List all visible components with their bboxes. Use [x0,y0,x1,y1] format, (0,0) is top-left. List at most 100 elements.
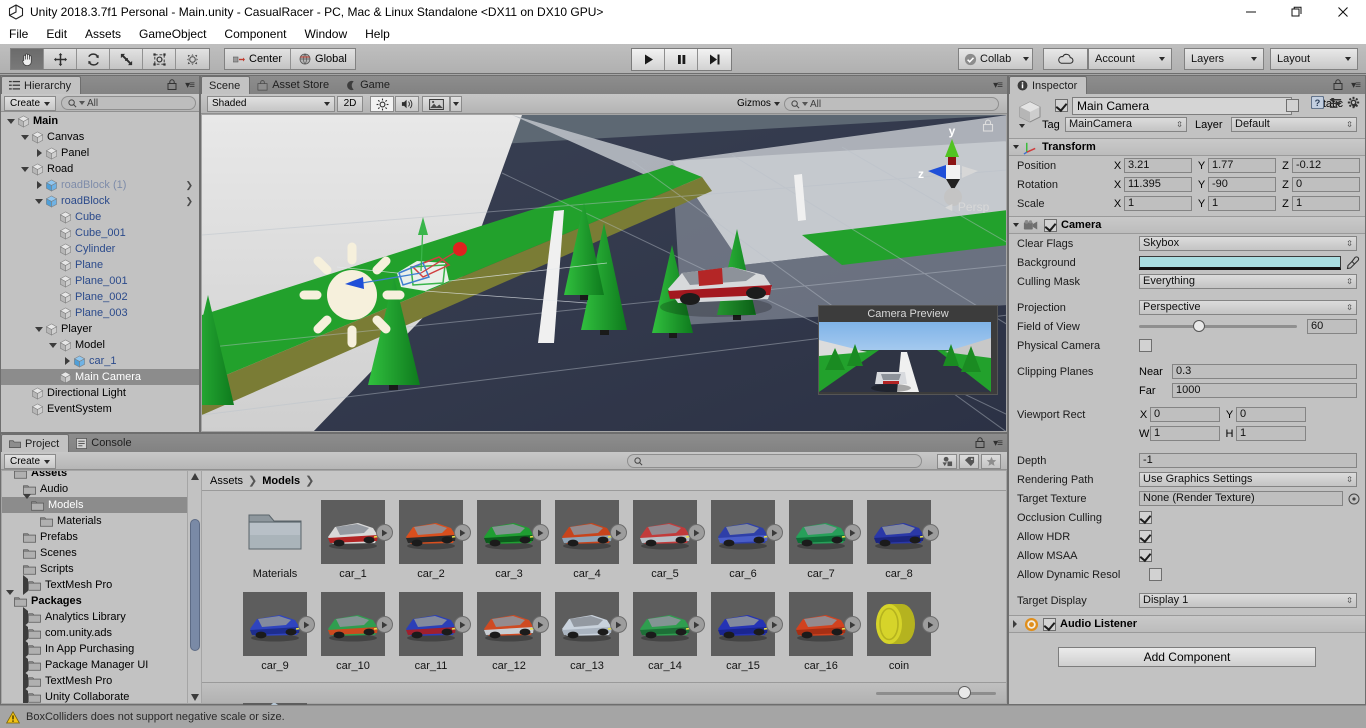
asset-expand-badge-icon[interactable] [454,524,471,541]
target-display-dropdown[interactable]: Display 1 ⇳ [1139,593,1357,608]
near-input[interactable]: 0.3 [1172,364,1357,379]
asset-cell[interactable]: car_3 [470,500,549,592]
transform-tool-button[interactable] [176,49,209,69]
audio-listener-enabled-checkbox[interactable] [1043,617,1056,631]
step-button[interactable] [698,49,731,70]
asset-grid[interactable]: Materials car_1 car_2 car_3 car_4 car_5 car_6 c… [202,492,1006,728]
twisty-expanded[interactable] [19,166,31,172]
asset-cell[interactable]: car_14 [626,592,705,684]
asset-expand-badge-icon[interactable] [376,524,393,541]
project-tree-item-materials[interactable]: Materials [2,513,187,529]
tab-game[interactable]: Game [338,76,399,94]
asset-expand-badge-icon[interactable] [532,524,549,541]
asset-cell[interactable]: car_8 [860,500,939,592]
twisty-expanded[interactable] [33,198,45,204]
asset-thumbnail[interactable] [243,592,315,656]
project-tree-scrollbar[interactable] [187,471,201,703]
asset-expand-badge-icon[interactable] [688,616,705,633]
hierarchy-tree[interactable]: Main Canvas Panel Road roadBlock (1) ❯ roadBlo… [1,113,199,432]
transform-component-header[interactable]: Transform ? [1009,96,1365,156]
help-icon[interactable]: ? [1311,96,1324,109]
twisty-collapsed[interactable] [33,181,45,189]
asset-thumbnail[interactable] [633,500,705,564]
hierarchy-item-road[interactable]: Road [1,161,199,177]
tab-hierarchy[interactable]: Hierarchy [1,76,82,94]
asset-thumbnail[interactable] [711,592,783,656]
chevron-down-icon[interactable] [1013,223,1019,227]
asset-cell[interactable]: car_16 [782,592,861,684]
asset-expand-badge-icon[interactable] [922,524,939,541]
hierarchy-item-plane-001[interactable]: Plane_001 [1,273,199,289]
twisty-collapsed[interactable] [61,357,73,365]
move-tool-button[interactable] [44,49,77,69]
scene-audio-toggle[interactable] [395,96,419,112]
transform-position-y-input[interactable]: 1.77 [1208,158,1276,173]
hierarchy-item-roadblock-1[interactable]: roadBlock (1) ❯ [1,177,199,193]
tag-dropdown[interactable]: MainCamera ⇳ [1065,117,1187,132]
project-tree-item-package-manager-ui[interactable]: Package Manager UI [2,655,187,675]
preset-icon[interactable] [1329,96,1342,109]
menu-window[interactable]: Window [295,24,356,44]
asset-cell[interactable]: car_1 [314,500,393,592]
depth-input[interactable]: -1 [1139,453,1357,468]
asset-expand-badge-icon[interactable] [610,524,627,541]
asset-cell[interactable]: car_9 [236,592,315,684]
play-button[interactable] [632,49,665,70]
transform-rotation-y-input[interactable]: -90 [1208,177,1276,192]
hierarchy-item-plane-002[interactable]: Plane_002 [1,289,199,305]
project-tree-item-scripts[interactable]: Scripts [2,561,187,577]
asset-cell[interactable]: Materials [236,500,314,592]
viewport-w-input[interactable]: 1 [1150,426,1220,441]
scene-effects-toggle[interactable] [422,96,450,112]
tab-asset-store[interactable]: Asset Store [250,76,338,94]
asset-expand-badge-icon[interactable] [766,616,783,633]
twisty-expanded[interactable] [47,342,59,348]
asset-cell[interactable]: car_4 [548,500,627,592]
scroll-up-arrow-icon[interactable] [190,472,200,481]
scroll-down-arrow-icon[interactable] [190,693,200,702]
scene-gizmo-lock-icon[interactable] [982,119,994,132]
hierarchy-item-plane-003[interactable]: Plane_003 [1,305,199,321]
transform-rotation-z-input[interactable]: 0 [1292,177,1360,192]
asset-thumbnail[interactable] [633,592,705,656]
lock-icon[interactable] [975,437,985,448]
gear-icon[interactable] [1347,96,1360,109]
eyedropper-icon[interactable] [1346,255,1360,270]
hierarchy-item-canvas[interactable]: Canvas [1,129,199,145]
inspector-options-menu[interactable]: ▾≡ [1351,80,1361,91]
hierarchy-item-model[interactable]: Model [1,337,199,353]
thumbnail-zoom-slider[interactable] [876,686,996,699]
project-tree-item-models[interactable]: Models [2,494,187,513]
asset-cell[interactable]: car_12 [470,592,549,684]
hierarchy-item-cube-001[interactable]: Cube_001 [1,225,199,241]
project-tree-item-prefabs[interactable]: Prefabs [2,529,187,545]
account-button[interactable]: Account [1088,48,1172,70]
asset-thumbnail[interactable] [477,592,549,656]
favorite-filter-button[interactable] [981,454,1001,469]
menu-gameobject[interactable]: GameObject [130,24,215,44]
object-enabled-checkbox[interactable] [1055,99,1068,112]
transform-scale-x-input[interactable]: 1 [1124,196,1192,211]
object-picker-icon[interactable] [1348,493,1360,505]
transform-scale-y-input[interactable]: 1 [1208,196,1276,211]
project-tree-item-textmesh-pro[interactable]: TextMesh Pro [2,671,187,691]
background-color-swatch[interactable] [1139,255,1341,270]
asset-cell[interactable]: coin [860,592,939,684]
tab-project[interactable]: Project [1,434,70,452]
cloud-button[interactable] [1043,48,1088,70]
allow-dynamic-resolution-checkbox[interactable] [1149,568,1162,581]
layer-dropdown[interactable]: Default ⇳ [1231,117,1357,132]
twisty-expanded[interactable] [19,134,31,140]
hierarchy-item-eventsystem[interactable]: EventSystem [1,401,199,417]
asset-thumbnail[interactable] [867,592,939,656]
static-checkbox[interactable] [1286,99,1299,112]
hierarchy-item-cylinder[interactable]: Cylinder [1,241,199,257]
project-create-button[interactable]: Create [4,454,57,469]
physical-camera-checkbox[interactable] [1139,339,1152,352]
asset-expand-badge-icon[interactable] [766,524,783,541]
hierarchy-item-directional-light[interactable]: Directional Light [1,385,199,401]
fov-slider[interactable] [1139,319,1307,334]
rotate-tool-button[interactable] [77,49,110,69]
status-bar[interactable]: BoxColliders does not support negative s… [0,705,1366,728]
scene-options-menu[interactable]: ▾≡ [993,80,1003,91]
